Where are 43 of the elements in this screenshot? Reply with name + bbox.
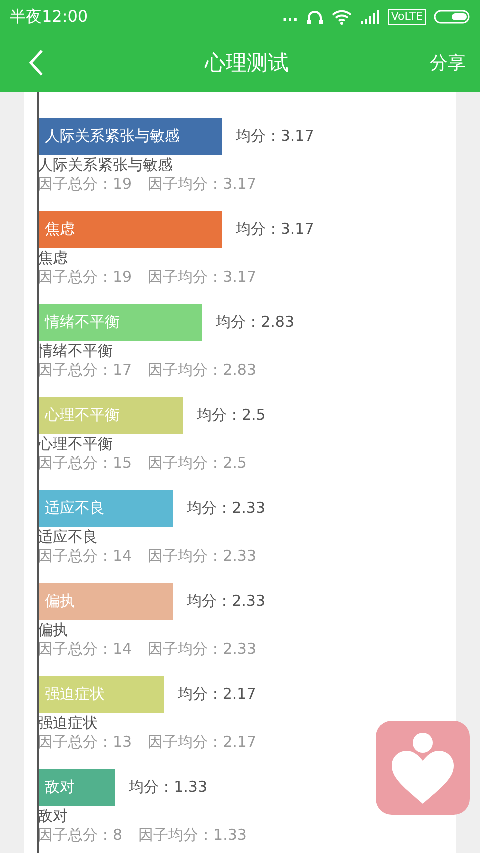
factor-stats: 因子总分：14 因子均分：2.33: [38, 640, 258, 659]
heart-app-icon[interactable]: [376, 721, 470, 815]
page-title: 心理测试: [205, 50, 289, 77]
factor-stats: 因子总分：17 因子均分：2.83: [38, 361, 258, 380]
average-score: 均分：1.33: [129, 778, 208, 797]
notification-dots: ...: [282, 9, 298, 25]
average-score: 均分：2.83: [216, 313, 295, 332]
factor-bar: 心理不平衡: [38, 397, 183, 434]
factor-bar: 偏执: [38, 583, 174, 620]
factor-stats: 因子总分：13 因子均分：2.17: [38, 733, 258, 752]
share-button[interactable]: 分享: [430, 51, 466, 75]
factor-bar: 人际关系紧张与敏感: [38, 118, 222, 155]
factor-label: 适应不良: [38, 528, 99, 547]
factor-bar: 适应不良: [38, 490, 174, 527]
factor-label: 强迫症状: [38, 714, 99, 733]
average-score: 均分：2.17: [178, 685, 256, 704]
average-score: 均分：3.17: [236, 127, 314, 146]
status-time: 半夜12:00: [10, 6, 88, 28]
factor-stats: 因子总分：19 因子均分：3.17: [38, 175, 258, 194]
factor-bar: 强迫症状: [38, 676, 164, 713]
signal-icon: [360, 10, 380, 24]
factor-bar: 情绪不平衡: [38, 304, 202, 341]
battery-icon: [434, 10, 470, 24]
factor-stats: 因子总分：15 因子均分：2.5: [38, 454, 248, 473]
average-score: 均分：2.33: [187, 592, 266, 611]
factor-stats: 因子总分：8 因子均分：1.33: [38, 826, 248, 845]
volte-badge: VoLTE: [388, 9, 426, 25]
average-score: 均分：2.5: [197, 406, 266, 425]
factor-label: 情绪不平衡: [38, 342, 114, 361]
factor-stats: 因子总分：19 因子均分：3.17: [38, 268, 258, 287]
factor-bar: 敌对: [38, 769, 116, 806]
factor-label: 偏执: [38, 621, 69, 640]
factor-label: 焦虑: [38, 249, 69, 268]
factor-stats: 因子总分：14 因子均分：2.33: [38, 547, 258, 566]
back-button[interactable]: [28, 49, 44, 77]
headphones-icon: [306, 9, 324, 25]
wifi-icon: [332, 10, 352, 24]
average-score: 均分：2.33: [187, 499, 266, 518]
average-score: 均分：3.17: [236, 220, 314, 239]
factor-bar: 焦虑: [38, 211, 222, 248]
factor-label: 敌对: [38, 807, 69, 826]
factor-label: 人际关系紧张与敏感: [38, 156, 174, 175]
back-icon: [28, 49, 44, 77]
